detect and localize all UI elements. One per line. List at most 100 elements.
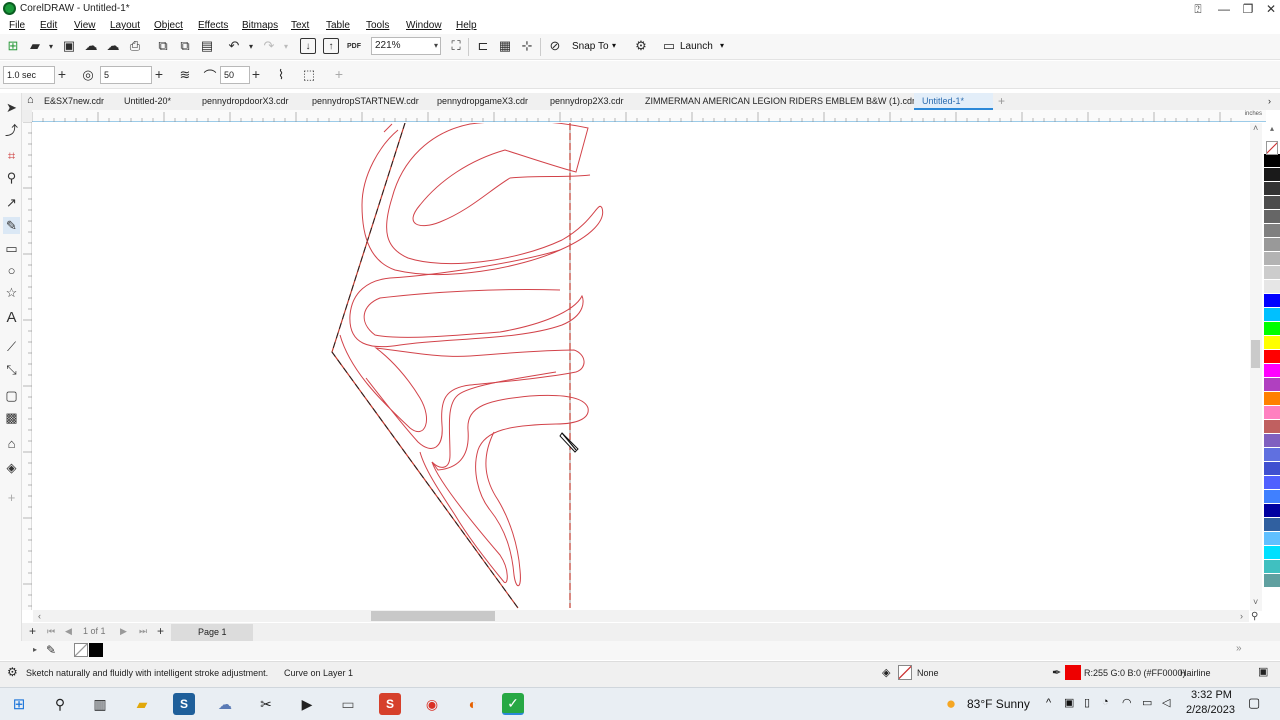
- doc-tab[interactable]: pennydropdoorX3.cdr: [202, 96, 289, 106]
- options-gear-icon[interactable]: ⚙: [632, 37, 650, 55]
- color-swatch[interactable]: [1264, 210, 1280, 224]
- stroke-delay-field[interactable]: 1.0 sec: [3, 66, 55, 84]
- drop-shadow-tool-icon[interactable]: ▢: [3, 387, 20, 404]
- app-cloud-icon[interactable]: ☁: [214, 693, 236, 715]
- task-view-icon[interactable]: ▥: [89, 693, 111, 715]
- battery-icon[interactable]: ▭: [1142, 696, 1152, 709]
- freehand-tool-icon[interactable]: ↗: [3, 194, 20, 211]
- paste-icon[interactable]: ▤: [198, 37, 216, 55]
- color-swatch[interactable]: [1264, 182, 1280, 196]
- doc-tab[interactable]: pennydropgameX3.cdr: [437, 96, 528, 106]
- color-swatch[interactable]: [1264, 476, 1280, 490]
- media-player-icon[interactable]: ▶: [296, 693, 318, 715]
- next-page-icon[interactable]: ▶: [120, 626, 127, 637]
- parallel-dimension-tool-icon[interactable]: ⟋: [3, 338, 20, 355]
- close-button[interactable]: ✕: [1261, 1, 1280, 17]
- add-tool-icon[interactable]: +: [3, 489, 20, 506]
- show-guidelines-icon[interactable]: ⊹: [518, 37, 536, 55]
- zoom-navigator-icon[interactable]: ⚲: [1251, 611, 1258, 622]
- fill-bucket-icon[interactable]: ◈: [882, 666, 890, 679]
- show-grid-icon[interactable]: ▦: [496, 37, 514, 55]
- app-window-icon[interactable]: ▭: [337, 693, 359, 715]
- menu-edit[interactable]: Edit: [40, 20, 57, 31]
- interactive-fill-tool-icon[interactable]: ◈: [3, 459, 20, 476]
- color-swatch[interactable]: [1264, 252, 1280, 266]
- menu-file[interactable]: File: [9, 20, 25, 31]
- app-s-icon[interactable]: S: [173, 693, 195, 715]
- page-tab[interactable]: Page 1: [171, 624, 253, 641]
- tray-app-icon[interactable]: ▣: [1064, 696, 1074, 709]
- scroll-down-arrow-icon[interactable]: ˅: [1253, 597, 1258, 607]
- menu-layout[interactable]: Layout: [110, 20, 140, 31]
- clock-time[interactable]: 3:32 PM: [1191, 689, 1232, 701]
- tray-chevron-icon[interactable]: ^: [1046, 697, 1051, 709]
- color-swatch[interactable]: [1264, 336, 1280, 350]
- color-swatch[interactable]: [1264, 518, 1280, 532]
- color-swatch[interactable]: [1264, 462, 1280, 476]
- menu-table[interactable]: Table: [326, 20, 350, 31]
- notification-icon[interactable]: ▢: [1248, 695, 1260, 711]
- launch-app-icon[interactable]: ▭: [660, 37, 678, 55]
- color-swatch[interactable]: [1264, 308, 1280, 322]
- horizontal-scroll-thumb[interactable]: [371, 611, 495, 621]
- first-page-icon[interactable]: ⏮: [47, 626, 55, 637]
- color-swatch[interactable]: [1264, 392, 1280, 406]
- doc-tab[interactable]: E&SX7new.cdr: [44, 96, 104, 106]
- eyedropper-tool-icon[interactable]: ⌂: [3, 435, 20, 452]
- shape-tool-icon[interactable]: ⤴: [3, 121, 20, 138]
- previous-page-icon[interactable]: ◀: [65, 626, 72, 637]
- new-tab-button[interactable]: +: [998, 94, 1005, 108]
- cloud-save-icon[interactable]: ☁: [104, 37, 122, 55]
- doc-tab-active[interactable]: Untitled-1*: [922, 96, 964, 106]
- cloud-open-icon[interactable]: ☁: [82, 37, 100, 55]
- copy-icon[interactable]: ⧉: [176, 37, 194, 55]
- status-gear-icon[interactable]: ⚙: [7, 665, 18, 679]
- drawing-artwork[interactable]: [33, 123, 1249, 609]
- menu-help[interactable]: Help: [456, 20, 477, 31]
- color-swatch[interactable]: [1264, 546, 1280, 560]
- color-swatch[interactable]: [1264, 168, 1280, 182]
- undo-icon[interactable]: ↶: [225, 37, 243, 55]
- palette-scroll-up-icon[interactable]: ▴: [1264, 124, 1280, 140]
- doc-tab[interactable]: pennydrop2X3.cdr: [550, 96, 624, 106]
- color-swatch[interactable]: [1264, 196, 1280, 210]
- wifi-icon[interactable]: ◠: [1122, 696, 1132, 709]
- doc-tab[interactable]: ZIMMERMAN AMERICAN LEGION RIDERS EMBLEM …: [645, 96, 919, 106]
- crop-tool-icon[interactable]: ⌗: [3, 147, 20, 164]
- open-dropdown-icon[interactable]: ▾: [42, 37, 60, 55]
- snap-off-icon[interactable]: ⊘: [546, 37, 564, 55]
- scroll-up-arrow-icon[interactable]: ˄: [1253, 123, 1258, 133]
- freehand-smoothing-field[interactable]: 5: [100, 66, 152, 84]
- color-swatch[interactable]: [1264, 420, 1280, 434]
- delay-increment-button[interactable]: +: [55, 66, 69, 84]
- ellipse-tool-icon[interactable]: ○: [3, 262, 20, 279]
- stroke-adjust-icon[interactable]: ≋: [176, 66, 194, 84]
- selected-outline-curve[interactable]: [331, 123, 519, 609]
- save-icon[interactable]: ▣: [60, 37, 78, 55]
- snipping-tool-icon[interactable]: ✂: [255, 693, 277, 715]
- import-icon[interactable]: ↓: [300, 38, 316, 54]
- color-eyedropper-icon[interactable]: ✎: [46, 643, 56, 657]
- add-page-before-button[interactable]: +: [29, 624, 36, 638]
- polygon-tool-icon[interactable]: ☆: [3, 284, 20, 301]
- color-swatch[interactable]: [1264, 364, 1280, 378]
- add-preset-button[interactable]: +: [332, 66, 346, 84]
- outline-color-swatch[interactable]: [1065, 665, 1081, 680]
- zoom-level-combobox[interactable]: 221% ▾: [371, 37, 441, 55]
- add-page-after-button[interactable]: +: [157, 624, 164, 638]
- last-page-icon[interactable]: ⏭: [139, 626, 147, 637]
- menu-tools[interactable]: Tools: [366, 20, 389, 31]
- scroll-right-arrow-icon[interactable]: ›: [1240, 611, 1243, 621]
- menu-bitmaps[interactable]: Bitmaps: [242, 20, 278, 31]
- color-swatch[interactable]: [1264, 434, 1280, 448]
- windows-start-icon[interactable]: ⊞: [8, 693, 30, 715]
- color-swatch[interactable]: [1264, 560, 1280, 574]
- chrome-icon[interactable]: ◉: [421, 693, 443, 715]
- no-color-swatch[interactable]: [1266, 141, 1278, 155]
- file-explorer-icon[interactable]: ▰: [131, 693, 153, 715]
- launch-button[interactable]: Launch: [680, 41, 713, 52]
- minimize-button[interactable]: —: [1214, 1, 1234, 17]
- color-swatch[interactable]: [1264, 154, 1280, 168]
- vertical-ruler[interactable]: [22, 121, 32, 610]
- app-red-s-icon[interactable]: S: [379, 693, 401, 715]
